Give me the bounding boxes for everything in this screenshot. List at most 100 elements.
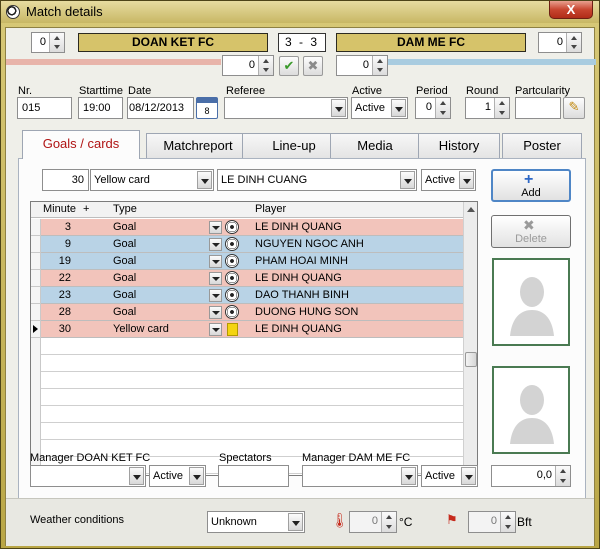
spin-arrows-icon[interactable] bbox=[381, 512, 396, 532]
cancel-button[interactable]: ✖ bbox=[303, 56, 323, 76]
table-row[interactable]: 23 Goal DAO THANH BINH bbox=[41, 287, 463, 304]
table-row[interactable]: 9 Goal NGUYEN NGOC ANH bbox=[41, 236, 463, 253]
row-type: Goal bbox=[113, 272, 137, 284]
tab-matchreport[interactable]: Matchreport bbox=[146, 133, 250, 158]
spin-arrows-icon[interactable] bbox=[372, 56, 387, 75]
dropdown-arrow-icon[interactable] bbox=[459, 171, 474, 189]
dropdown-arrow-icon[interactable] bbox=[209, 221, 222, 234]
spin-arrows-icon[interactable] bbox=[555, 466, 570, 486]
tab-history[interactable]: History bbox=[418, 133, 500, 158]
spin-arrows-icon[interactable] bbox=[435, 98, 450, 118]
period-spinner[interactable]: 0 bbox=[415, 97, 451, 119]
entry-minute-field[interactable]: 30 bbox=[42, 169, 89, 191]
table-row[interactable]: 22 Goal LE DINH QUANG bbox=[41, 270, 463, 287]
spin-arrows-icon[interactable] bbox=[494, 98, 509, 118]
row-player: DAO THANH BINH bbox=[255, 289, 349, 301]
table-row[interactable]: 28 Goal DUONG HUNG SON bbox=[41, 304, 463, 321]
away-right-spinner[interactable]: 0 bbox=[538, 32, 582, 53]
home-color-strip bbox=[6, 59, 221, 65]
dropdown-arrow-icon[interactable] bbox=[209, 272, 222, 285]
table-row[interactable]: 3 Goal LE DINH QUANG bbox=[41, 219, 463, 236]
dropdown-arrow-icon[interactable] bbox=[209, 306, 222, 319]
edit-particularity-button[interactable]: ✎ bbox=[563, 97, 585, 119]
spin-arrows-icon[interactable] bbox=[258, 56, 273, 75]
row-minute: 28 bbox=[58, 306, 71, 318]
tab-poster[interactable]: Poster bbox=[502, 133, 582, 158]
tab-goals-cards[interactable]: Goals / cards bbox=[22, 130, 140, 159]
player-photo-top bbox=[492, 258, 570, 346]
row-selector[interactable] bbox=[31, 287, 41, 304]
row-selector[interactable] bbox=[31, 219, 41, 236]
dropdown-arrow-icon[interactable] bbox=[197, 171, 212, 189]
col-plus-header[interactable]: + bbox=[83, 203, 89, 215]
manager-away-label: Manager DAM ME FC bbox=[302, 452, 411, 464]
referee-combo[interactable] bbox=[224, 97, 348, 119]
calendar-button[interactable]: 8 bbox=[196, 97, 218, 119]
manager-home-status-combo[interactable]: Active bbox=[149, 465, 206, 487]
spin-arrows-icon[interactable] bbox=[500, 512, 515, 532]
rating-spinner[interactable]: 0,0 bbox=[491, 465, 571, 487]
particularity-field[interactable] bbox=[515, 97, 561, 119]
dropdown-arrow-icon[interactable] bbox=[209, 238, 222, 251]
dropdown-arrow-icon[interactable] bbox=[400, 171, 415, 189]
row-player: PHAM HOAI MINH bbox=[255, 255, 348, 267]
nr-field[interactable]: 015 bbox=[17, 97, 72, 119]
row-selector[interactable] bbox=[31, 304, 41, 321]
entry-type-combo[interactable]: Yellow card bbox=[90, 169, 214, 191]
scroll-up-icon[interactable] bbox=[467, 207, 475, 212]
tab-media[interactable]: Media bbox=[330, 133, 420, 158]
dropdown-arrow-icon[interactable] bbox=[461, 467, 476, 485]
dropdown-arrow-icon[interactable] bbox=[209, 255, 222, 268]
home-sub-spinner[interactable]: 0 bbox=[222, 55, 274, 76]
active-combo[interactable]: Active bbox=[351, 97, 408, 119]
away-sub-spinner[interactable]: 0 bbox=[336, 55, 388, 76]
spectators-field[interactable] bbox=[218, 465, 289, 487]
manager-home-combo[interactable] bbox=[30, 465, 146, 487]
dropdown-arrow-icon[interactable] bbox=[209, 323, 222, 336]
spin-arrows-icon[interactable] bbox=[49, 33, 64, 52]
manager-away-status-combo[interactable]: Active bbox=[421, 465, 478, 487]
row-type: Goal bbox=[113, 255, 137, 267]
title-bar[interactable]: Match details X bbox=[1, 1, 599, 23]
starttime-field[interactable]: 19:00 bbox=[78, 97, 123, 119]
row-selector[interactable] bbox=[31, 253, 41, 270]
confirm-button[interactable]: ✔ bbox=[279, 56, 299, 76]
wind-spinner[interactable]: 0 bbox=[468, 511, 516, 533]
entry-player-combo[interactable]: LE DINH CUANG bbox=[217, 169, 417, 191]
dropdown-arrow-icon[interactable] bbox=[401, 467, 416, 485]
dropdown-arrow-icon[interactable] bbox=[189, 467, 204, 485]
player-photo-bottom bbox=[492, 366, 570, 454]
spin-arrows-icon[interactable] bbox=[566, 33, 581, 52]
empty-row bbox=[31, 355, 463, 372]
col-minute-header[interactable]: Minute bbox=[43, 203, 76, 215]
row-selector[interactable] bbox=[31, 236, 41, 253]
dropdown-arrow-icon[interactable] bbox=[331, 99, 346, 117]
grid-scrollbar[interactable] bbox=[463, 202, 477, 475]
delete-button[interactable]: ✖ Delete bbox=[491, 215, 571, 248]
round-spinner[interactable]: 1 bbox=[465, 97, 510, 119]
soccer-ball-icon bbox=[225, 254, 239, 268]
date-field[interactable]: 08/12/2013 bbox=[127, 97, 194, 119]
row-minute: 9 bbox=[64, 238, 71, 250]
col-type-header[interactable]: Type bbox=[113, 203, 137, 215]
close-button[interactable]: X bbox=[549, 1, 593, 19]
soccer-ball-icon bbox=[225, 305, 239, 319]
col-player-header[interactable]: Player bbox=[255, 203, 286, 215]
dropdown-arrow-icon[interactable] bbox=[391, 99, 406, 117]
row-selector[interactable] bbox=[31, 270, 41, 287]
row-selector[interactable] bbox=[31, 321, 41, 338]
table-row[interactable]: 30 Yellow card LE DINH QUANG bbox=[41, 321, 463, 338]
entry-status-combo[interactable]: Active bbox=[421, 169, 476, 191]
dropdown-arrow-icon[interactable] bbox=[209, 289, 222, 302]
empty-row bbox=[31, 389, 463, 406]
manager-away-combo[interactable] bbox=[302, 465, 418, 487]
home-left-spinner[interactable]: 0 bbox=[31, 32, 65, 53]
weather-condition-combo[interactable]: Unknown bbox=[207, 511, 305, 533]
table-row[interactable]: 19 Goal PHAM HOAI MINH bbox=[41, 253, 463, 270]
active-label: Active bbox=[352, 85, 382, 97]
scroll-thumb[interactable] bbox=[465, 352, 477, 367]
dropdown-arrow-icon[interactable] bbox=[129, 467, 144, 485]
add-button[interactable]: + Add bbox=[491, 169, 571, 202]
dropdown-arrow-icon[interactable] bbox=[288, 513, 303, 531]
temperature-spinner[interactable]: 0 bbox=[349, 511, 397, 533]
